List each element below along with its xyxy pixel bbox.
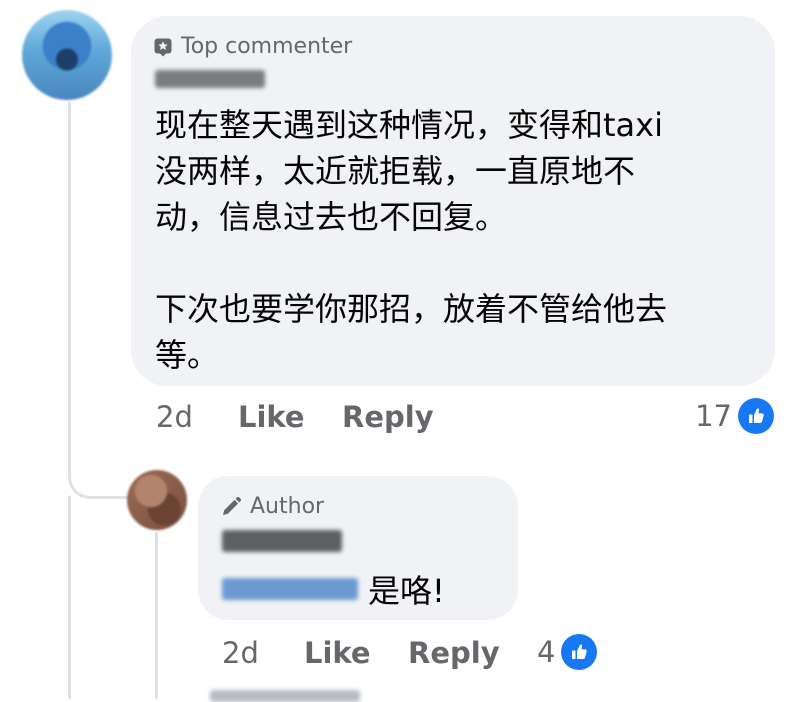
- reply-button[interactable]: Reply: [342, 400, 434, 434]
- next-comment-partial-redacted: [210, 690, 360, 702]
- pencil-icon: [220, 496, 242, 518]
- author-name-redacted[interactable]: [222, 530, 342, 552]
- reply-reaction-count: 4: [537, 635, 556, 669]
- reply-timestamp[interactable]: 2d: [222, 636, 304, 670]
- mention-tag-redacted[interactable]: [222, 578, 358, 600]
- reply-thread-line: [155, 532, 158, 699]
- commenter-avatar[interactable]: [22, 10, 112, 100]
- commenter-name-redacted[interactable]: [155, 70, 265, 88]
- author-reply-bubble: Author 是咯!: [198, 476, 518, 620]
- reply-content: 是咯!: [222, 566, 445, 612]
- author-reply-reactions[interactable]: 4: [537, 634, 598, 670]
- top-commenter-badge: Top commenter: [153, 34, 352, 59]
- reply-reply-button[interactable]: Reply: [408, 636, 538, 670]
- comment-timestamp[interactable]: 2d: [156, 400, 238, 434]
- thread-connector-line: [68, 102, 71, 432]
- thread-connector-line-lower: [68, 496, 71, 699]
- thread-elbow-connector: [68, 430, 137, 499]
- thumbs-up-icon: [738, 398, 774, 434]
- top-commenter-label: Top commenter: [181, 34, 353, 59]
- reply-text: 是咯!: [368, 572, 445, 610]
- top-comment-reactions[interactable]: 17: [695, 398, 774, 434]
- top-comment-actions: 2d Like Reply: [156, 400, 434, 434]
- author-label: Author: [250, 494, 325, 519]
- author-reply-actions: 2d Like Reply: [222, 636, 538, 670]
- thumbs-up-icon: [561, 634, 598, 670]
- top-comment-bubble: Top commenter 现在整天遇到这种情况，变得和taxi 没两样，太近就…: [131, 16, 775, 386]
- reaction-count: 17: [695, 399, 732, 433]
- reply-like-button[interactable]: Like: [304, 636, 408, 670]
- star-badge-icon: [153, 37, 173, 57]
- author-avatar[interactable]: [127, 470, 187, 530]
- like-button[interactable]: Like: [238, 400, 342, 434]
- author-badge: Author: [220, 494, 324, 519]
- comment-text: 现在整天遇到这种情况，变得和taxi 没两样，太近就拒载，一直原地不 动，信息过…: [155, 106, 668, 374]
